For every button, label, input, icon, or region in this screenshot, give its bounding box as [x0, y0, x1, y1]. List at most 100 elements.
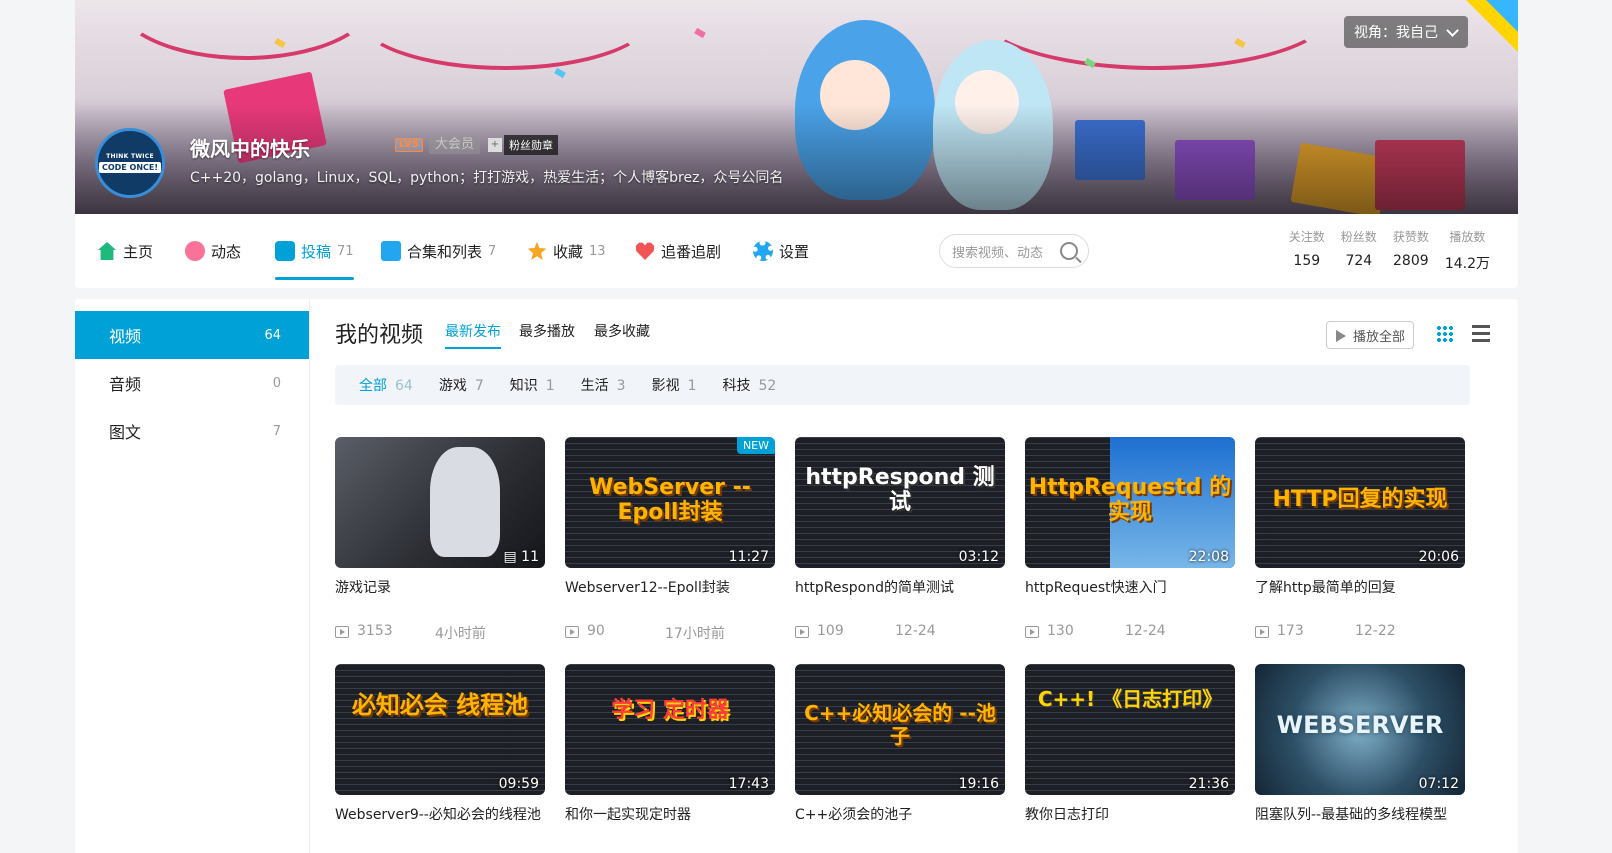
stat-following[interactable]: 关注数 159: [1289, 228, 1325, 273]
video-title[interactable]: 教你日志打印: [1025, 804, 1109, 824]
nav-favorites[interactable]: 收藏 13: [527, 214, 606, 288]
video-duration: 07:12: [1418, 776, 1459, 792]
plus-icon: +: [488, 138, 502, 152]
video-count: 11: [521, 549, 539, 565]
video-thumbnail[interactable]: WebServer --Epoll封装 NEW 11:27: [565, 437, 775, 568]
video-title[interactable]: Webserver12--Epoll封装: [565, 577, 730, 597]
thumbnail-text: HTTP回复的实现: [1272, 487, 1448, 512]
heart-icon: [635, 242, 655, 260]
video-duration: 19:16: [958, 776, 999, 792]
nav-settings[interactable]: 设置: [753, 214, 809, 288]
category-count: 1: [545, 378, 555, 394]
video-title[interactable]: httpRespond的简单测试: [795, 577, 954, 597]
profile-banner: 视角：我自己 THINK TWICE CODE ONCE! 微风中的快乐 LV5…: [75, 0, 1518, 214]
profile-nav: 主页 动态 投稿 71 合集和列表 7 收藏 13 追番追剧 设置 搜索视频、动…: [75, 214, 1518, 288]
video-thumbnail[interactable]: WEBSERVER 07:12: [1255, 664, 1465, 795]
avatar[interactable]: THINK TWICE CODE ONCE!: [95, 128, 165, 198]
thumbnail-figure: [430, 447, 500, 557]
nav-uploads[interactable]: 投稿 71: [275, 214, 354, 288]
category-game[interactable]: 游戏 7: [439, 375, 484, 395]
play-count-icon: [565, 626, 579, 638]
stat-value: 2809: [1393, 253, 1429, 269]
sort-tab-most-played[interactable]: 最多播放: [519, 321, 575, 341]
thumbnail-text: C++必知必会的 --池子: [804, 701, 996, 748]
thumbnail-text: 必知必会 线程池: [351, 691, 529, 719]
fan-medal[interactable]: + 粉丝勋章: [488, 135, 558, 155]
category-count: 52: [758, 378, 777, 394]
nav-bangumi[interactable]: 追番追剧: [635, 214, 721, 288]
search-input[interactable]: 搜索视频、动态: [939, 234, 1089, 268]
nav-label: 收藏: [553, 242, 584, 261]
user-stats: 关注数 159 粉丝数 724 获赞数 2809 播放数 14.2万: [1289, 228, 1490, 273]
play-count: 3153: [357, 623, 393, 639]
nav-count: 13: [589, 243, 606, 259]
sidebar-item-video[interactable]: 视频 64: [75, 311, 309, 359]
confetti: [554, 67, 566, 79]
sort-tab-latest[interactable]: 最新发布: [445, 321, 501, 349]
username[interactable]: 微风中的快乐: [190, 133, 310, 162]
play-count: 130: [1047, 623, 1074, 639]
stat-value: 724: [1345, 253, 1373, 269]
video-meta: 109 12-24: [795, 623, 936, 639]
nav-label: 动态: [211, 242, 242, 261]
video-thumbnail[interactable]: HTTP回复的实现 20:06: [1255, 437, 1465, 568]
thumbnail-text: WEBSERVER: [1276, 711, 1444, 739]
category-count: 3: [616, 378, 626, 394]
video-thumbnail[interactable]: 必知必会 线程池 09:59: [335, 664, 545, 795]
dynamic-icon: [185, 241, 205, 261]
category-label: 知识: [509, 378, 538, 394]
view-perspective-dropdown[interactable]: 视角：我自己: [1344, 16, 1468, 48]
video-thumbnail[interactable]: ▤ 11: [335, 437, 545, 568]
video-thumbnail[interactable]: httpRespond 测试 03:12: [795, 437, 1005, 568]
video-thumbnail[interactable]: C++! 《日志打印》 21:36: [1025, 664, 1235, 795]
video-title[interactable]: 阻塞队列--最基础的多线程模型: [1255, 804, 1447, 824]
nav-collections[interactable]: 合集和列表 7: [381, 214, 496, 288]
publish-date: 17小时前: [665, 626, 725, 642]
video-title[interactable]: 和你一起实现定时器: [565, 804, 691, 824]
video-title[interactable]: C++必须会的池子: [795, 804, 912, 824]
category-all[interactable]: 全部 64: [359, 375, 413, 395]
search-icon[interactable]: [1060, 242, 1078, 260]
nav-label: 设置: [779, 242, 810, 261]
view-perspective-label: 视角：我自己: [1354, 25, 1438, 41]
sort-tab-most-favorited[interactable]: 最多收藏: [594, 321, 650, 341]
video-thumbnail[interactable]: C++必知必会的 --池子 19:16: [795, 664, 1005, 795]
sidebar-item-article[interactable]: 图文 7: [75, 407, 309, 455]
video-duration: 20:06: [1418, 549, 1459, 565]
stat-value: 14.2万: [1444, 256, 1490, 272]
sidebar-item-audio[interactable]: 音频 0: [75, 359, 309, 407]
stat-followers[interactable]: 粉丝数 724: [1341, 228, 1377, 273]
play-count-icon: [795, 626, 809, 638]
video-duration: 09:59: [498, 776, 539, 792]
play-all-button[interactable]: 播放全部: [1326, 321, 1414, 349]
stat-label: 播放数: [1449, 230, 1486, 244]
play-count-icon: [335, 626, 349, 638]
video-thumbnail[interactable]: 学习 定时器 17:43: [565, 664, 775, 795]
category-label: 生活: [580, 378, 609, 394]
category-label: 游戏: [438, 378, 467, 394]
video-title[interactable]: 游戏记录: [335, 577, 391, 597]
thumbnail-text: C++! 《日志打印》: [1037, 687, 1223, 711]
upload-icon: [275, 241, 295, 261]
video-title[interactable]: Webserver9--必知必会的线程池: [335, 804, 541, 824]
nav-dynamic[interactable]: 动态: [185, 214, 241, 288]
stat-label: 获赞数: [1392, 230, 1429, 244]
nav-home[interactable]: 主页: [97, 214, 153, 288]
sidebar-item-count: 0: [272, 375, 281, 391]
category-tech[interactable]: 科技 52: [723, 375, 777, 395]
video-title[interactable]: httpRequest快速入门: [1025, 577, 1167, 597]
stat-value: 159: [1293, 253, 1321, 269]
list-view-icon[interactable]: [1472, 325, 1490, 343]
category-knowledge[interactable]: 知识 1: [510, 375, 555, 395]
video-thumbnail[interactable]: HttpRequestd 的实现 22:08: [1025, 437, 1235, 568]
category-film[interactable]: 影视 1: [652, 375, 697, 395]
play-count: 90: [587, 623, 605, 639]
grid-view-icon[interactable]: [1436, 325, 1454, 343]
category-life[interactable]: 生活 3: [581, 375, 626, 395]
publish-date: 12-24: [895, 623, 936, 639]
category-label: 影视: [651, 378, 680, 394]
stat-label: 关注数: [1288, 230, 1325, 244]
vip-badge[interactable]: 大会员: [429, 136, 481, 154]
sidebar-item-label: 视频: [109, 327, 142, 346]
video-title[interactable]: 了解http最简单的回复: [1255, 577, 1396, 597]
